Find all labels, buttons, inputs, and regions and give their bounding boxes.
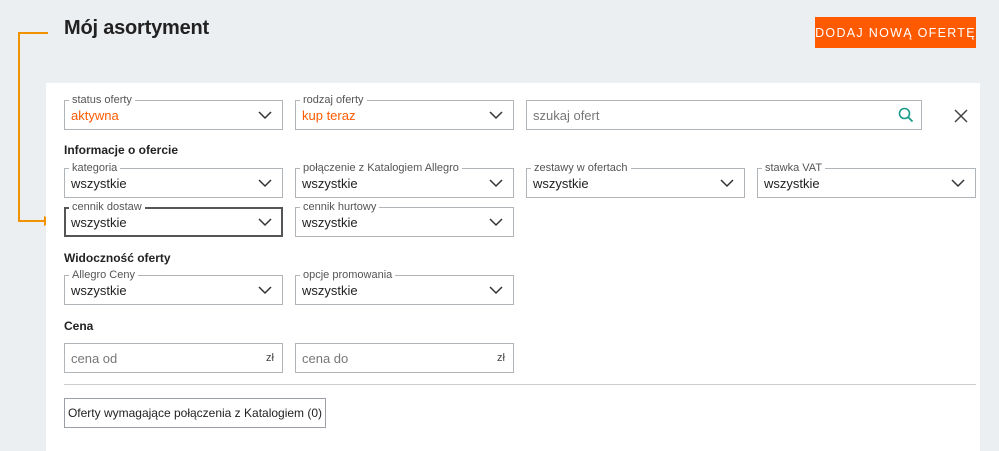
- shipping-legend: cennik dostaw: [69, 200, 145, 214]
- vat-legend: stawka VAT: [762, 161, 826, 175]
- allegro-prices-select[interactable]: Allegro Ceny wszystkie: [64, 268, 283, 305]
- promotion-options-select[interactable]: opcje promowania wszystkie: [295, 268, 514, 305]
- status-select[interactable]: status oferty aktywna: [64, 93, 283, 130]
- filter-panel: [46, 83, 980, 451]
- catalog-connection-offers-button[interactable]: Oferty wymagające połączenia z Katalogie…: [64, 398, 326, 428]
- chevron-down-icon: [489, 218, 503, 227]
- catalog-link-value: wszystkie: [302, 176, 358, 191]
- promotion-legend: opcje promowania: [300, 268, 396, 282]
- promotion-value: wszystkie: [302, 283, 358, 298]
- close-icon[interactable]: [954, 109, 968, 123]
- allegro-prices-value: wszystkie: [71, 283, 127, 298]
- price-from-input[interactable]: cena od zł: [64, 343, 283, 373]
- search-placeholder: szukaj ofert: [533, 108, 600, 123]
- currency-suffix: zł: [266, 352, 274, 364]
- wholesale-value: wszystkie: [302, 215, 358, 230]
- vat-value: wszystkie: [764, 176, 820, 191]
- chevron-down-icon: [258, 286, 272, 295]
- currency-suffix: zł: [497, 352, 505, 364]
- status-value: aktywna: [71, 108, 119, 123]
- bundles-legend: zestawy w ofertach: [531, 161, 631, 175]
- chevron-down-icon: [489, 286, 503, 295]
- price-title: Cena: [64, 319, 94, 333]
- search-input[interactable]: szukaj ofert: [526, 100, 922, 130]
- page-title: Mój asortyment: [64, 17, 210, 39]
- search-icon[interactable]: [898, 107, 914, 123]
- chevron-down-icon: [720, 179, 734, 188]
- catalog-link-legend: połączenie z Katalogiem Allegro: [300, 161, 462, 175]
- category-legend: kategoria: [69, 161, 121, 175]
- chevron-down-icon: [258, 111, 272, 120]
- catalog-link-select[interactable]: połączenie z Katalogiem Allegro wszystki…: [295, 161, 514, 198]
- status-legend: status oferty: [69, 93, 135, 107]
- offer-type-value: kup teraz: [302, 108, 356, 123]
- visibility-title: Widoczność oferty: [64, 251, 171, 265]
- chevron-down-icon: [951, 179, 965, 188]
- bundles-select[interactable]: zestawy w ofertach wszystkie: [526, 161, 745, 198]
- price-to-input[interactable]: cena do zł: [295, 343, 514, 373]
- chevron-down-icon: [258, 179, 272, 188]
- divider: [64, 384, 976, 385]
- price-from-placeholder: cena od: [71, 351, 118, 366]
- wholesale-legend: cennik hurtowy: [300, 200, 380, 214]
- bundles-value: wszystkie: [533, 176, 589, 191]
- offer-info-title: Informacje o ofercie: [64, 143, 179, 157]
- add-new-offer-button[interactable]: DODAJ NOWĄ OFERTĘ: [815, 17, 976, 48]
- shipping-value: wszystkie: [71, 215, 127, 230]
- allegro-prices-legend: Allegro Ceny: [69, 268, 138, 282]
- shipping-price-list-select[interactable]: cennik dostaw wszystkie: [64, 200, 283, 237]
- offer-type-legend: rodzaj oferty: [300, 93, 367, 107]
- vat-select[interactable]: stawka VAT wszystkie: [757, 161, 976, 198]
- wholesale-price-list-select[interactable]: cennik hurtowy wszystkie: [295, 200, 514, 237]
- category-value: wszystkie: [71, 176, 127, 191]
- category-select[interactable]: kategoria wszystkie: [64, 161, 283, 198]
- chevron-down-icon: [258, 218, 272, 227]
- price-to-placeholder: cena do: [302, 351, 349, 366]
- offer-type-select[interactable]: rodzaj oferty kup teraz: [295, 93, 514, 130]
- chevron-down-icon: [489, 111, 503, 120]
- chevron-down-icon: [489, 179, 503, 188]
